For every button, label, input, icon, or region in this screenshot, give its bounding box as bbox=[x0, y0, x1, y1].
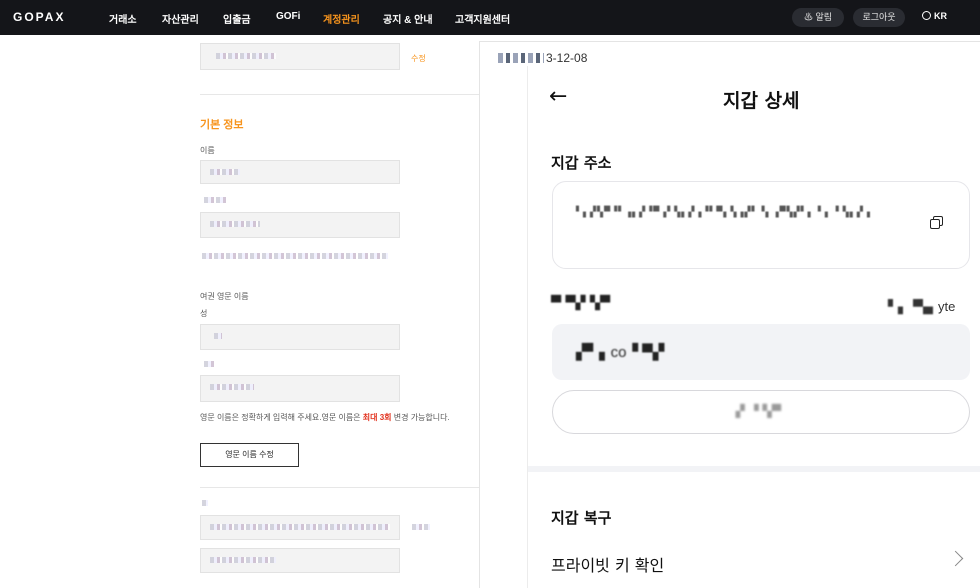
gopax-logo[interactable]: GOPAX bbox=[13, 10, 65, 24]
nav-item-exchange[interactable]: 거래소 bbox=[109, 11, 137, 26]
globe-icon bbox=[922, 11, 931, 20]
nav-item-assets[interactable]: 자산관리 bbox=[162, 11, 199, 26]
name-label: 이름 bbox=[200, 146, 215, 155]
surname-label: 성 bbox=[200, 309, 208, 318]
alarm-button[interactable]: ♨ 알림 bbox=[792, 8, 844, 27]
page-title: 지갑 상세 bbox=[723, 90, 800, 112]
redacted-value bbox=[210, 169, 240, 175]
private-key-row[interactable]: 프라이빗 키 확인 bbox=[551, 552, 664, 576]
redacted-value bbox=[210, 557, 276, 563]
nav-item-account[interactable]: 계정관리 bbox=[323, 11, 360, 26]
language-label: KR bbox=[934, 11, 947, 21]
redacted-label bbox=[204, 197, 228, 203]
wallet-action-button[interactable]: ▗▘▝ ▚▀ bbox=[552, 390, 970, 434]
language-selector[interactable]: KR bbox=[922, 11, 947, 21]
redacted-value bbox=[214, 333, 222, 339]
divider bbox=[200, 487, 480, 488]
wallet-address-value: ▘▖▞▚▀▝▘▗▖▞▝▀▗▘▚▖▞▗▝▘▀▖▚▗▞▘▝▖▗▀▚▞▘▖▝▗ ▘▚▖… bbox=[576, 207, 871, 218]
nav-item-notice[interactable]: 공지 & 안내 bbox=[383, 11, 433, 26]
nav-item-deposit[interactable]: 입출금 bbox=[223, 11, 251, 26]
account-value: ▞▘▖co▝ ▀▞ bbox=[576, 344, 665, 361]
bell-icon: ♨ bbox=[803, 12, 813, 22]
redacted-date-prefix bbox=[498, 53, 544, 63]
redacted-value bbox=[412, 524, 430, 530]
english-name-notice: 영문 이름은 정확하게 입력해 주세요.영문 이름은 최대 3회 변경 가능합니… bbox=[200, 413, 450, 422]
panel-date: 3-12-08 bbox=[498, 51, 587, 65]
divider bbox=[200, 94, 480, 95]
copy-icon[interactable] bbox=[930, 216, 944, 230]
back-arrow-icon[interactable]: ← bbox=[549, 86, 567, 108]
wallet-address-box bbox=[552, 181, 970, 269]
wallet-address-label: 지갑 주소 bbox=[551, 154, 612, 172]
redacted-value bbox=[210, 384, 254, 390]
edit-link[interactable]: 수정 bbox=[411, 53, 426, 64]
redacted-value bbox=[210, 221, 260, 227]
alarm-label: 알림 bbox=[815, 12, 833, 22]
redacted-label bbox=[204, 361, 216, 367]
basic-info-title: 기본 정보 bbox=[200, 119, 244, 131]
nav-item-gofi[interactable]: GOFi bbox=[276, 11, 300, 22]
redacted-label bbox=[202, 500, 208, 506]
wallet-recovery-label: 지갑 복구 bbox=[551, 509, 612, 527]
network-label: ▀ ▀▞ ▚▀ bbox=[551, 296, 611, 311]
redacted-value bbox=[210, 524, 390, 530]
passport-name-label: 여권 영문 이름 bbox=[200, 292, 249, 301]
network-value: ▘▖▝▚▖yte bbox=[888, 299, 956, 314]
edit-english-name-button[interactable]: 영문 이름 수정 bbox=[200, 443, 299, 467]
redacted-value bbox=[216, 53, 276, 59]
redacted-notice bbox=[202, 253, 388, 259]
surname-field bbox=[200, 324, 400, 350]
logout-button[interactable]: 로그아웃 bbox=[853, 8, 905, 27]
nav-item-support[interactable]: 고객지원센터 bbox=[455, 11, 510, 26]
top-navigation: GOPAX 거래소 자산관리 입출금 GOFi 계정관리 공지 & 안내 고객지… bbox=[0, 0, 980, 35]
section-separator bbox=[528, 466, 980, 472]
